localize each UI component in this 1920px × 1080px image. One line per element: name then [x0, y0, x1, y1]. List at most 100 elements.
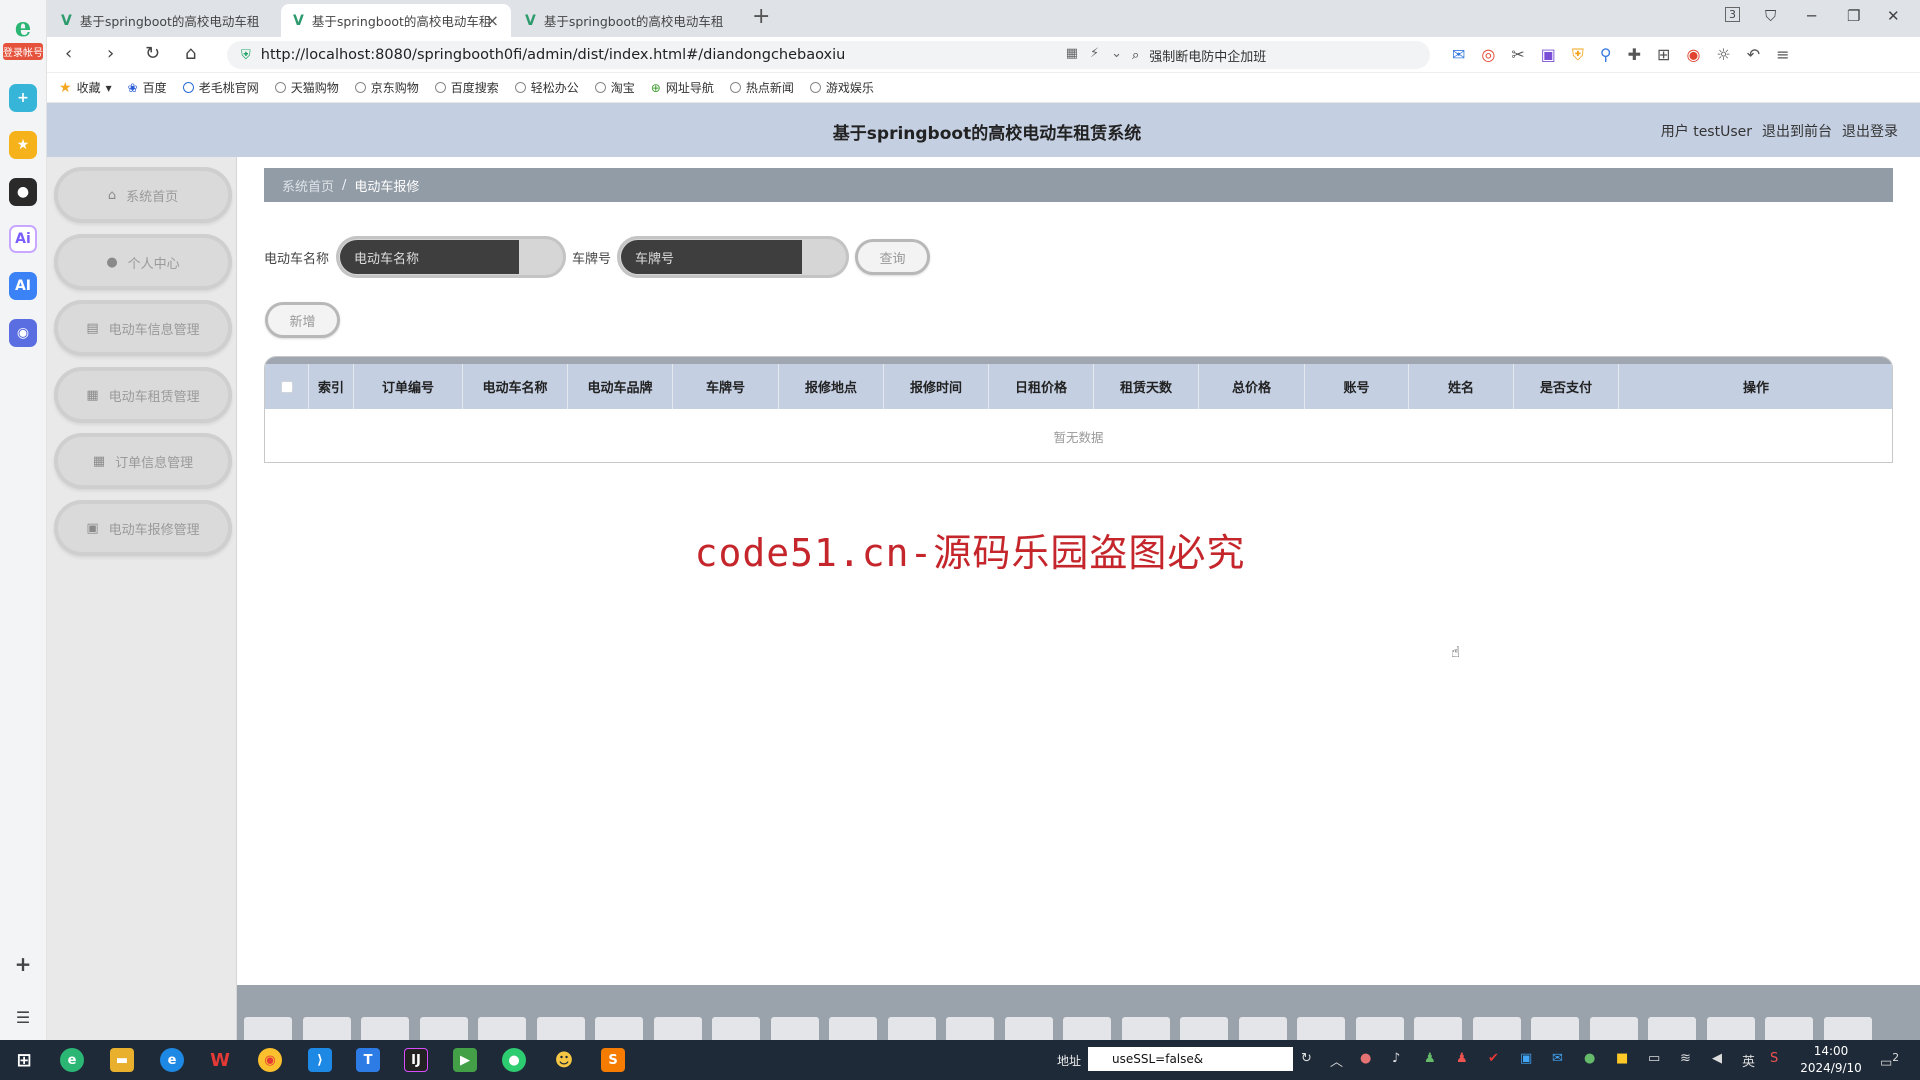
menu-item-ebike-rental[interactable]: ▦ 电动车租赁管理: [54, 367, 232, 423]
wechat-icon[interactable]: ●: [502, 1048, 526, 1072]
browser-logo[interactable]: e 登录帐号: [3, 14, 43, 60]
mail-icon[interactable]: ✉: [1452, 45, 1465, 65]
bookmark-navigation[interactable]: ⊕ 网址导航: [651, 79, 714, 96]
magnifier-icon[interactable]: ⚲: [1600, 45, 1612, 65]
bookmark-news[interactable]: 热点新闻: [729, 79, 794, 96]
bookmark-games[interactable]: 游戏娱乐: [809, 79, 874, 96]
sublime-icon[interactable]: S: [601, 1048, 625, 1072]
favorite-star-icon[interactable]: ★: [9, 131, 37, 159]
bookmark-taobao[interactable]: 淘宝: [594, 79, 635, 96]
chrome-icon[interactable]: ◉: [258, 1048, 282, 1072]
bookmark-favorites[interactable]: ★ 收藏 ▾: [59, 79, 112, 96]
translate-icon[interactable]: +: [9, 84, 37, 112]
microphone-icon[interactable]: ♪: [1392, 1051, 1400, 1066]
tray-yellow-icon[interactable]: ■: [1616, 1051, 1628, 1066]
taskbar-address-value[interactable]: useSSL=false&: [1112, 1052, 1203, 1066]
wifi-icon[interactable]: ≋: [1680, 1051, 1691, 1066]
game-controller-icon[interactable]: ◉: [9, 319, 37, 347]
login-account-badge[interactable]: 登录帐号: [3, 43, 43, 60]
wps-icon[interactable]: W: [208, 1048, 232, 1072]
taskbar-address-field[interactable]: useSSL=false&: [1088, 1047, 1293, 1071]
browser-tab-active[interactable]: V 基于springboot的高校电动车租 ×: [281, 4, 511, 37]
new-tab-button[interactable]: +: [752, 4, 770, 29]
close-window-icon[interactable]: ✕: [1887, 7, 1900, 25]
menu-item-order-info[interactable]: ▦ 订单信息管理: [54, 433, 232, 489]
tray-mail-icon[interactable]: ✉: [1552, 1051, 1563, 1066]
add-button[interactable]: 新增: [265, 302, 340, 338]
bookmark-tmall[interactable]: 天猫购物: [274, 79, 339, 96]
browser-tab[interactable]: V 基于springboot的高校电动车租: [49, 4, 279, 37]
clock[interactable]: 14:00 2024/9/10: [1800, 1043, 1862, 1077]
brightness-icon[interactable]: ☼: [1716, 45, 1730, 65]
bookmark-baidu[interactable]: ❀ 百度: [128, 79, 167, 96]
ebike-name-input[interactable]: 电动车名称: [340, 240, 519, 274]
restore-icon[interactable]: ❐: [1847, 7, 1860, 25]
browser-taskbar-icon[interactable]: e: [60, 1048, 84, 1072]
volume-icon[interactable]: ◀: [1712, 1051, 1722, 1066]
tray-check-icon[interactable]: ✔: [1488, 1051, 1499, 1066]
color-wheel-icon[interactable]: ◉: [1686, 45, 1700, 65]
tray-app-icon[interactable]: ●: [1360, 1051, 1371, 1066]
browser-tab[interactable]: V 基于springboot的高校电动车租: [513, 4, 743, 37]
shirt-icon[interactable]: ⛉: [1765, 7, 1776, 25]
bookmark-laomaotao[interactable]: 老毛桃官网: [182, 79, 259, 96]
intellij-icon[interactable]: IJ: [404, 1048, 428, 1072]
extension-icon[interactable]: ✚: [1628, 45, 1641, 65]
vscode-icon[interactable]: ⟩: [308, 1048, 332, 1072]
penguin-icon[interactable]: ☻: [552, 1048, 576, 1072]
menu-item-ebike-info[interactable]: ▤ 电动车信息管理: [54, 300, 232, 356]
logout-link[interactable]: 退出登录: [1842, 121, 1898, 141]
bookmark-office[interactable]: 轻松办公: [514, 79, 579, 96]
edge-icon[interactable]: e: [160, 1048, 184, 1072]
clipboard-icon: ▤: [86, 320, 99, 336]
home-icon[interactable]: ⌂: [185, 43, 196, 64]
notification-icon[interactable]: ▭2: [1880, 1051, 1899, 1070]
apps-grid-icon[interactable]: ⊞: [1657, 45, 1670, 65]
undo-icon[interactable]: ↶: [1747, 45, 1760, 65]
forward-icon[interactable]: ›: [107, 43, 114, 64]
tray-doc-icon[interactable]: ▣: [1520, 1051, 1532, 1066]
tray-wechat-icon[interactable]: ●: [1584, 1051, 1595, 1066]
menu-item-home[interactable]: ⌂ 系统首页: [54, 167, 232, 223]
address-go-icon[interactable]: ↻: [1301, 1051, 1312, 1066]
breadcrumb-home[interactable]: 系统首页: [282, 176, 334, 195]
robot-icon[interactable]: ●: [9, 178, 37, 206]
ebike-name-field[interactable]: 电动车名称: [336, 236, 566, 278]
address-url[interactable]: http://localhost:8080/springbooth0fi/adm…: [261, 47, 846, 63]
minimize-icon[interactable]: ─: [1807, 7, 1816, 25]
folder-icon[interactable]: ▬: [110, 1048, 134, 1072]
sogou-icon[interactable]: S: [1770, 1051, 1778, 1066]
word-icon[interactable]: T: [356, 1048, 380, 1072]
bookmark-jd[interactable]: 京东购物: [354, 79, 419, 96]
video-recorder-icon[interactable]: ▶: [453, 1048, 477, 1072]
weibo-icon[interactable]: ◎: [1481, 45, 1495, 65]
list-icon[interactable]: ☰: [9, 1003, 37, 1031]
windows-start-icon[interactable]: ⊞: [12, 1048, 36, 1072]
select-all-cell[interactable]: [265, 364, 309, 409]
scissors-icon[interactable]: ✂: [1511, 45, 1524, 65]
shield-tool-icon[interactable]: ⛨: [1572, 45, 1584, 65]
menu-item-profile[interactable]: ● 个人中心: [54, 234, 232, 290]
tray-wps-icon[interactable]: ♟: [1456, 1051, 1468, 1066]
menu-icon[interactable]: ≡: [1776, 45, 1789, 65]
add-icon[interactable]: +: [9, 950, 37, 978]
tab-count-badge[interactable]: 3: [1725, 7, 1740, 22]
plate-number-input[interactable]: 车牌号: [621, 240, 802, 274]
back-to-front-link[interactable]: 退出到前台: [1762, 121, 1832, 141]
battery-icon[interactable]: ▭: [1648, 1051, 1660, 1066]
translate-tool-icon[interactable]: ▣: [1541, 45, 1556, 65]
plate-number-field[interactable]: 车牌号: [617, 236, 849, 278]
close-tab-icon[interactable]: ×: [486, 11, 499, 30]
ai-assistant-icon[interactable]: Ai: [9, 225, 37, 253]
query-button[interactable]: 查询: [855, 239, 930, 275]
reload-icon[interactable]: ↻: [145, 43, 160, 64]
address-bar[interactable]: ⛨ http://localhost:8080/springbooth0fi/a…: [227, 41, 1152, 69]
ime-indicator[interactable]: 英: [1742, 1051, 1755, 1070]
ai-icon[interactable]: AI: [9, 272, 37, 300]
tray-user-icon[interactable]: ♟: [1424, 1051, 1436, 1066]
tray-expand-icon[interactable]: ︿: [1330, 1051, 1343, 1070]
select-all-checkbox[interactable]: [280, 380, 293, 393]
back-icon[interactable]: ‹: [65, 43, 72, 64]
bookmark-baidu-search[interactable]: 百度搜索: [434, 79, 499, 96]
search-box[interactable]: ⌕ 强制断电防中企加班: [1120, 41, 1430, 69]
